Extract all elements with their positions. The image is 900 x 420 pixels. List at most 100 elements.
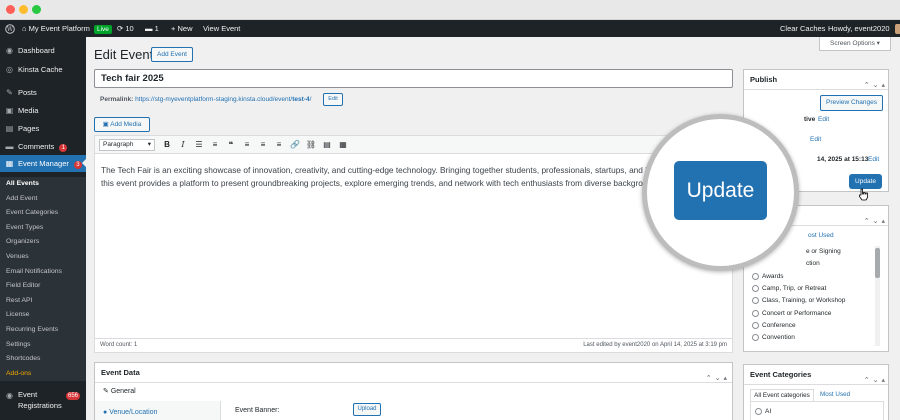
toggle-icon[interactable]: ▴ [881,218,888,225]
event-type-item[interactable]: Camp, Trip, or Retreat [752,284,826,292]
tab-all-event-categories[interactable]: All Event categories [750,389,814,401]
event-type-radio[interactable] [752,321,759,329]
event-categories-header[interactable]: Event Categories ⌃⌄▴ [744,365,888,385]
publish-header[interactable]: Publish ⌃⌄▴ [744,70,888,90]
unlink-icon[interactable]: ⛓ [305,139,317,151]
submenu-item[interactable]: Shortcodes [0,352,86,367]
edit-date-link[interactable]: Edit [868,156,879,163]
sidebar-item-kinsta-cache[interactable]: ◎ Kinsta Cache [0,61,86,78]
chevron-up-icon[interactable]: ⌃ [864,82,873,89]
tab-general[interactable]: ✎ General [95,383,221,401]
sidebar-item-pages[interactable]: ▤ Pages [0,120,86,137]
comments-count-badge: 1 [59,144,68,152]
sidebar-item-event-registrations[interactable]: ◉ Event Registrations 656 [0,387,86,413]
comments-link[interactable]: ▬ 1 [145,20,159,37]
link-icon[interactable]: 🔗 [289,139,301,151]
chevron-up-icon[interactable]: ⌃ [864,377,873,384]
read-more-icon[interactable]: ▤ [321,139,333,151]
submenu-item[interactable]: Add-ons [0,366,86,382]
bold-icon[interactable]: B [161,139,173,151]
upload-banner-button[interactable]: Upload [353,403,381,416]
toggle-icon[interactable]: ▴ [881,82,888,89]
event-type-item[interactable]: Conference [752,321,796,329]
updates-link[interactable]: ⟳ 10 [117,20,134,37]
submenu-item[interactable]: License [0,308,86,323]
sidebar-item-posts[interactable]: ✎ Posts [0,84,86,101]
event-data-header[interactable]: Event Data ⌃⌄▴ [95,363,732,383]
screen-options-button[interactable]: Screen Options ▾ [819,37,891,51]
category-item[interactable]: AI [755,408,771,415]
toggle-icon[interactable]: ▴ [881,377,888,384]
scrollbar-thumb[interactable] [875,248,880,278]
event-types-scrollbar[interactable] [875,246,880,346]
update-button[interactable]: Update [849,174,882,189]
event-type-radio[interactable] [752,272,759,280]
align-center-icon[interactable]: ≡ [257,139,269,151]
wordpress-logo-icon[interactable]: W [5,20,15,37]
format-select[interactable]: Paragraph ▾ [99,139,155,151]
event-type-item[interactable]: e or Signing [806,248,841,255]
maximize-window-button[interactable] [32,5,41,14]
submenu-item[interactable]: Recurring Events [0,323,86,338]
chevron-up-icon[interactable]: ⌃ [864,218,873,225]
edit-status-link[interactable]: Edit [818,116,829,123]
preview-changes-button[interactable]: Preview Changes [820,95,883,111]
tab-most-used-categories[interactable]: Most Used [820,391,850,398]
wrench-icon: ✎ [103,388,109,395]
toolbar-toggle-icon[interactable]: ▦ [337,139,349,151]
clear-caches-link[interactable]: Clear Caches [780,20,825,37]
edit-visibility-link[interactable]: Edit [810,136,821,143]
add-event-button[interactable]: Add Event [151,47,193,62]
event-type-item[interactable]: Awards [752,272,784,280]
editor-content[interactable]: The Tech Fair is an exciting showcase of… [101,164,721,190]
submenu-item[interactable]: Rest API [0,293,86,309]
align-left-icon[interactable]: ≡ [241,139,253,151]
new-content-link[interactable]: + New [171,20,193,37]
submenu-item[interactable]: Email Notifications [0,264,86,280]
box-controls[interactable]: ⌃⌄▴ [864,212,888,232]
submenu-item[interactable]: Field Editor [0,279,86,294]
submenu-item[interactable]: Settings [0,337,86,353]
numbered-list-icon[interactable]: ≡ [209,139,221,151]
add-media-button[interactable]: ▣ Add Media [94,117,150,132]
sidebar-item-comments[interactable]: ▬ Comments 1 [0,138,86,155]
align-right-icon[interactable]: ≡ [273,139,285,151]
italic-icon[interactable]: I [177,139,189,151]
box-controls[interactable]: ⌃⌄▴ [706,369,730,389]
submenu-item[interactable]: Event Types [0,220,86,236]
box-controls[interactable]: ⌃⌄▴ [864,371,888,391]
tab-venue-location[interactable]: ● Venue/Location [95,404,221,420]
user-account-link[interactable]: Howdy, event2020 [828,20,900,37]
event-type-item[interactable]: Concert or Performance [752,309,831,317]
minimize-window-button[interactable] [19,5,28,14]
edit-permalink-button[interactable]: Edit [323,93,343,106]
sidebar-item-dashboard[interactable]: ◉ Dashboard [0,42,86,59]
event-type-radio[interactable] [752,297,759,305]
chevron-up-icon[interactable]: ⌃ [706,375,715,382]
submenu-item[interactable]: Organizers [0,235,86,250]
tab-most-used[interactable]: ost Used [808,232,834,239]
event-title-input[interactable]: Tech fair 2025 [94,69,733,88]
submenu-item[interactable]: Event Categories [0,206,86,221]
event-type-radio[interactable] [752,284,759,292]
event-type-item[interactable]: Class, Training, or Workshop [752,297,845,304]
category-radio[interactable] [755,408,762,415]
submenu-item[interactable]: Venues [0,250,86,265]
blockquote-icon[interactable]: ❝ [225,139,237,151]
submenu-item[interactable]: All Events [0,177,86,192]
view-event-link[interactable]: View Event [203,20,240,37]
sidebar-item-event-manager[interactable]: ▦ Event Manager 3 [0,155,86,172]
box-controls[interactable]: ⌃⌄▴ [864,76,888,96]
bullet-list-icon[interactable]: ☰ [193,139,205,151]
permalink-link[interactable]: https://stg-myeventplatform-staging.kins… [135,96,311,103]
update-button-magnified[interactable]: Update [674,161,767,220]
toggle-icon[interactable]: ▴ [723,375,730,382]
site-name-link[interactable]: ⌂ My Event Platform Live [22,20,112,37]
sidebar-item-media[interactable]: ▣ Media [0,102,86,119]
event-type-item[interactable]: ction [806,260,820,267]
submenu-item[interactable]: Add Event [0,191,86,207]
event-type-radio[interactable] [752,309,759,317]
event-type-radio[interactable] [752,334,759,342]
close-window-button[interactable] [6,5,15,14]
event-type-item[interactable]: Convention [752,334,795,341]
